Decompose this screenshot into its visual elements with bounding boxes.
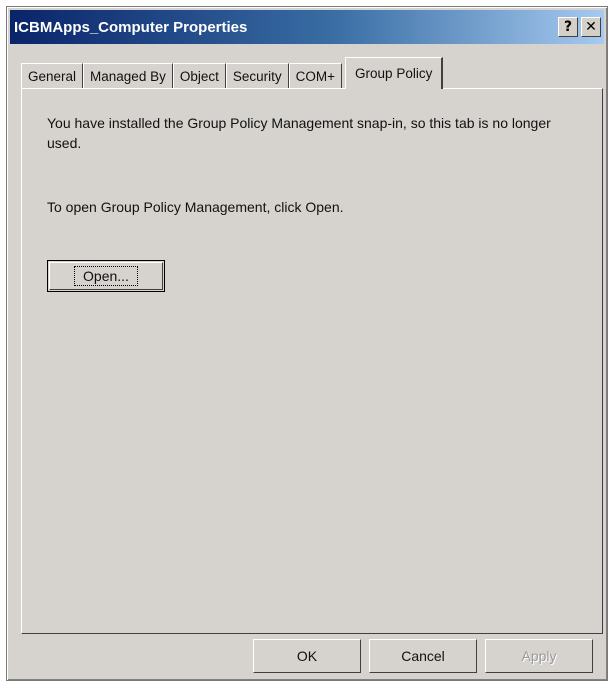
open-button[interactable]: Open... [47,260,165,292]
ok-button[interactable]: OK [253,639,361,673]
tab-strip: General Managed By Object Security COM+ … [21,55,597,89]
tab-managed-by[interactable]: Managed By [83,63,173,89]
title-bar[interactable]: ICBMApps_Computer Properties ? ✕ [10,10,604,44]
instruction-text: To open Group Policy Management, click O… [47,199,344,215]
window-title: ICBMApps_Computer Properties [14,18,248,36]
info-message: You have installed the Group Policy Mana… [47,115,551,151]
tab-object[interactable]: Object [172,63,226,89]
apply-button[interactable]: Apply [485,639,593,673]
close-icon[interactable]: ✕ [581,17,601,37]
open-button-label: Open... [74,266,138,286]
properties-dialog: ICBMApps_Computer Properties ? ✕ General… [6,6,608,681]
group-policy-panel: You have installed the Group Policy Mana… [21,88,603,634]
tab-security[interactable]: Security [225,63,289,89]
help-icon[interactable]: ? [558,17,578,37]
tab-com-plus[interactable]: COM+ [288,63,343,89]
tab-group-policy[interactable]: Group Policy [345,57,444,89]
tab-general[interactable]: General [21,63,84,89]
cancel-button[interactable]: Cancel [369,639,477,673]
